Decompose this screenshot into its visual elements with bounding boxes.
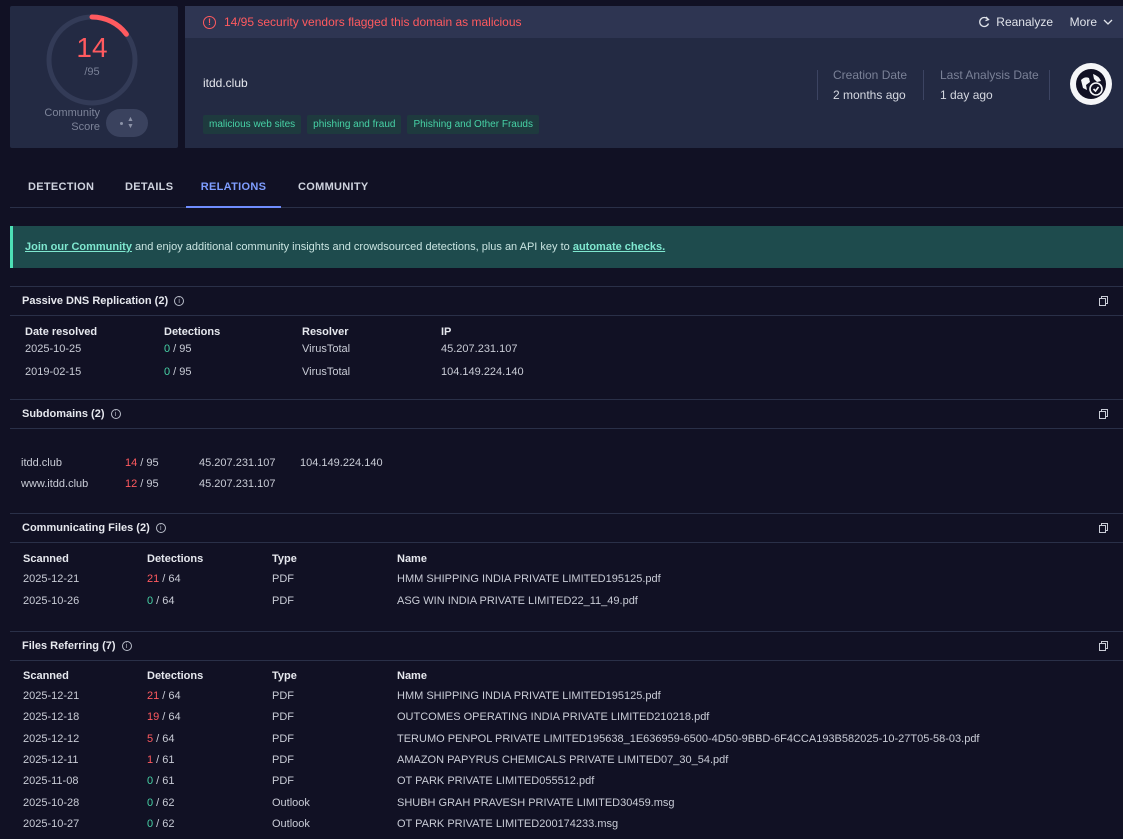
- divider: [817, 70, 818, 100]
- automate-checks-link[interactable]: automate checks.: [573, 241, 665, 253]
- reanalyze-button[interactable]: Reanalyze: [978, 6, 1053, 38]
- passive-dns-header: Passive DNS Replication (2) i: [10, 286, 1123, 316]
- tab-community[interactable]: COMMUNITY: [298, 170, 369, 208]
- file-row[interactable]: 2025-11-08 0 / 61 PDF OT PARK PRIVATE LIMIT…: [0, 775, 1123, 795]
- copy-icon[interactable]: [1099, 523, 1109, 534]
- domain-globe-icon: [1070, 63, 1112, 105]
- detections: 21 / 64: [147, 690, 181, 702]
- tag[interactable]: phishing and fraud: [307, 115, 402, 134]
- detections: 0 / 62: [147, 817, 175, 830]
- score-total: /95: [84, 66, 100, 78]
- subdomain-row[interactable]: www.itdd.club 12 / 95 45.207.231.107: [0, 478, 1123, 498]
- file-row[interactable]: 2025-12-11 1 / 61 PDF AMAZON PAPYRUS CHEMIC…: [0, 754, 1123, 774]
- info-icon[interactable]: i: [110, 409, 121, 419]
- tab-bar: DETECTION DETAILS RELATIONS COMMUNITY: [10, 170, 1123, 208]
- file-row[interactable]: 2025-12-21 21 / 64 PDF HMM SHIPPING INDIA P…: [0, 690, 1123, 710]
- alert-bar: ! 14/95 security vendors flagged this do…: [185, 6, 1123, 38]
- dot-icon: [120, 121, 124, 125]
- info-icon[interactable]: i: [121, 641, 132, 651]
- banner-text: and enjoy additional community insights …: [131, 241, 573, 253]
- last-analysis-date: Last Analysis Date 1 day ago: [940, 68, 1039, 102]
- chevron-down-icon: [1103, 19, 1113, 25]
- copy-icon[interactable]: [1099, 296, 1109, 307]
- detections: 0 / 61: [147, 775, 175, 788]
- file-name-link[interactable]: OT PARK PRIVATE LIMITED200174233.msg: [397, 818, 618, 830]
- subdomains-header: Subdomains (2) i: [10, 399, 1123, 429]
- community-score-label: Community Score: [44, 107, 100, 133]
- file-row[interactable]: 2025-12-21 21 / 64 PDF HMM SHIPPING INDIA P…: [0, 573, 1123, 593]
- tag-list: malicious web sites phishing and fraud P…: [203, 115, 539, 134]
- vote-arrows-icon: ▲ ▼: [127, 116, 134, 130]
- community-vote-button[interactable]: ▲ ▼: [106, 109, 148, 137]
- file-row[interactable]: 2025-10-28 0 / 62 Outlook SHUBH GRAH PRAVES…: [0, 797, 1123, 817]
- files-referring-header: Files Referring (7) i: [10, 631, 1123, 661]
- file-name-link[interactable]: OUTCOMES OPERATING INDIA PRIVATE LIMITED…: [397, 711, 709, 723]
- file-row[interactable]: 2025-10-26 0 / 64 PDF ASG WIN INDIA PRIVATE…: [0, 595, 1123, 615]
- file-name-link[interactable]: HMM SHIPPING INDIA PRIVATE LIMITED195125…: [397, 573, 661, 585]
- communicating-files-header: Communicating Files (2) i: [10, 513, 1123, 543]
- info-icon[interactable]: i: [174, 296, 185, 306]
- more-menu-button[interactable]: More: [1070, 6, 1113, 38]
- community-banner: Join our Community and enjoy additional …: [10, 226, 1123, 268]
- score-positives: 14: [76, 32, 108, 63]
- file-name-link[interactable]: SHUBH GRAH PRAVESH PRIVATE LIMITED30459.…: [397, 797, 675, 809]
- detections: 0 / 62: [147, 796, 175, 809]
- table-row[interactable]: 2019-02-15 0 / 95 VirusTotal 104.149.224…: [0, 366, 1123, 386]
- file-name-link[interactable]: OT PARK PRIVATE LIMITED055512.pdf: [397, 775, 594, 787]
- creation-date: Creation Date 2 months ago: [833, 68, 908, 102]
- tab-detection[interactable]: DETECTION: [28, 170, 94, 208]
- refresh-icon: [979, 16, 990, 28]
- table-row[interactable]: 2025-10-25 0 / 95 VirusTotal 45.207.231.…: [0, 343, 1123, 363]
- detections: 21 / 64: [147, 573, 181, 585]
- divider: [1049, 70, 1050, 100]
- tag[interactable]: Phishing and Other Frauds: [407, 115, 539, 134]
- file-name-link[interactable]: TERUMO PENPOL PRIVATE LIMITED195638_1E63…: [397, 733, 980, 745]
- copy-icon[interactable]: [1099, 641, 1109, 652]
- join-community-link[interactable]: Join our Community: [25, 241, 132, 253]
- file-row[interactable]: 2025-12-12 5 / 64 PDF TERUMO PENPOL PRIVATE…: [0, 733, 1123, 753]
- subdomain-row[interactable]: itdd.club 14 / 95 45.207.231.107 104.149…: [0, 457, 1123, 477]
- alert-icon: !: [203, 15, 216, 29]
- file-name-link[interactable]: AMAZON PAPYRUS CHEMICALS PRIVATE LIMITED…: [397, 754, 728, 766]
- detections: 19 / 64: [147, 711, 181, 724]
- detections: 5 / 64: [147, 732, 175, 745]
- info-icon[interactable]: i: [155, 523, 166, 533]
- file-row[interactable]: 2025-12-18 19 / 64 PDF OUTCOMES OPERATING I…: [0, 711, 1123, 731]
- detections: 1 / 61: [147, 753, 175, 766]
- divider: [923, 70, 924, 100]
- copy-icon[interactable]: [1099, 409, 1109, 420]
- table-header: Scanned Detections Type Name: [23, 553, 427, 565]
- table-header: Scanned Detections Type Name: [23, 670, 427, 682]
- tag[interactable]: malicious web sites: [203, 115, 302, 134]
- domain-name: itdd.club: [203, 76, 248, 90]
- score-card: 14 /95 Community Score ▲ ▼: [10, 6, 178, 148]
- file-row[interactable]: 2025-10-27 0 / 62 Outlook OT PARK PRIVATE L…: [0, 818, 1123, 838]
- file-name-link[interactable]: ASG WIN INDIA PRIVATE LIMITED22_11_49.pd…: [397, 595, 638, 607]
- domain-info-panel: ! 14/95 security vendors flagged this do…: [185, 6, 1123, 148]
- alert-text: 14/95 security vendors flagged this doma…: [224, 15, 522, 29]
- file-name-link[interactable]: HMM SHIPPING INDIA PRIVATE LIMITED195125…: [397, 690, 661, 702]
- detections: 0 / 64: [147, 594, 175, 607]
- tab-relations[interactable]: RELATIONS: [186, 170, 281, 208]
- tab-details[interactable]: DETAILS: [125, 170, 173, 208]
